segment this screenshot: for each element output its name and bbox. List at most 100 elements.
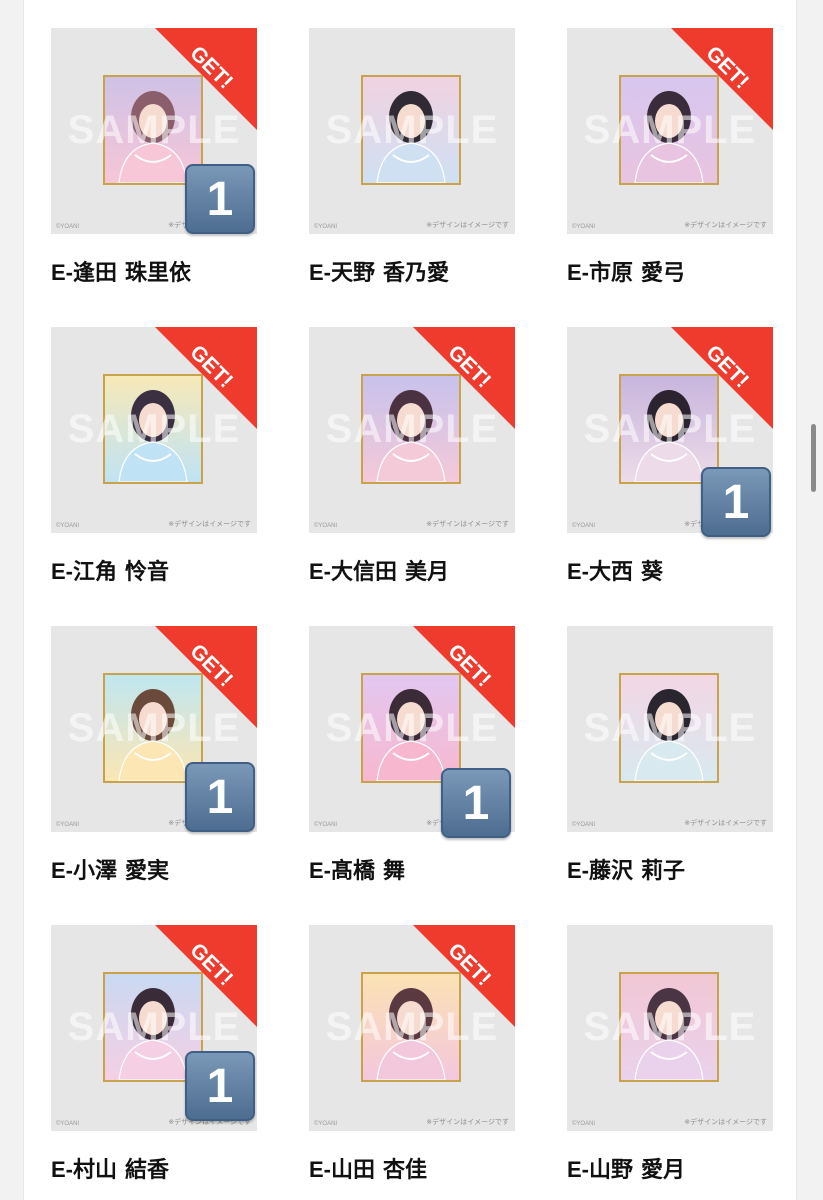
photo-card[interactable]: SAMPLE©YOANI※デザインはイメージですGET!1E-髙橋舞 bbox=[309, 626, 515, 883]
member-given-name: 愛実 bbox=[125, 858, 170, 883]
card-code: E- bbox=[309, 858, 331, 883]
copyright-text: ©YOANI bbox=[56, 822, 80, 828]
get-ribbon: GET! bbox=[671, 28, 773, 130]
get-ribbon: GET! bbox=[155, 28, 257, 130]
member-name: E-天野 香乃愛 bbox=[309, 255, 449, 287]
member-given-name: 杏佳 bbox=[383, 1157, 428, 1182]
card-code: E- bbox=[51, 858, 73, 883]
card-code: E- bbox=[567, 858, 589, 883]
design-note: ※デザインはイメージです bbox=[684, 222, 767, 229]
member-given-name: 珠里依 bbox=[125, 260, 192, 285]
card-code: E- bbox=[567, 559, 589, 584]
photo-card[interactable]: SAMPLE ©YOANI ※デザインはイメージです E-山野 愛月 bbox=[567, 925, 773, 1182]
member-name: E-小澤 愛実 bbox=[51, 853, 169, 885]
card-code: E- bbox=[567, 1157, 589, 1182]
copyright-text: ©YOANI bbox=[56, 523, 80, 529]
count-badge: 1 bbox=[441, 768, 511, 838]
member-name: E-大信田 美月 bbox=[309, 554, 449, 586]
copyright-text: ©YOANI bbox=[572, 523, 596, 529]
member-surname: 髙橋 bbox=[331, 858, 376, 883]
design-note: ※デザインはイメージです bbox=[426, 521, 509, 528]
member-given-name: 美月 bbox=[405, 559, 450, 584]
count-badge: 1 bbox=[185, 762, 255, 832]
card-thumbnail[interactable]: SAMPLE ©YOANI ※デザインはイメージです bbox=[567, 925, 773, 1131]
photo-card[interactable]: SAMPLE ©YOANI ※デザインはイメージです GET! E-山田 杏佳 bbox=[309, 925, 515, 1182]
member-surname: 天野 bbox=[331, 260, 376, 285]
card-thumbnail[interactable]: SAMPLE©YOANI※デザインはイメージですGET! bbox=[309, 925, 515, 1131]
design-note: ※デザインはイメージです bbox=[168, 521, 251, 528]
card-code: E- bbox=[51, 260, 73, 285]
copyright-text: ©YOANI bbox=[572, 1121, 596, 1127]
member-surname: 江角 bbox=[73, 559, 118, 584]
photo-card[interactable]: SAMPLE©YOANI※デザインはイメージですGET!1E-逢田珠里依 bbox=[51, 28, 257, 285]
member-surname: 逢田 bbox=[73, 260, 118, 285]
photo-card[interactable]: SAMPLE ©YOANI ※デザインはイメージです GET! E-市原 愛弓 bbox=[567, 28, 773, 285]
photo-card[interactable]: SAMPLE ©YOANI ※デザインはイメージです GET! E-大信田 美月 bbox=[309, 327, 515, 584]
member-surname: 大信田 bbox=[331, 559, 398, 584]
design-note: ※デザインはイメージです bbox=[684, 820, 767, 827]
member-name: E-逢田 珠里依 bbox=[51, 255, 191, 287]
member-surname: 村山 bbox=[73, 1157, 118, 1182]
sample-watermark: SAMPLE bbox=[583, 706, 757, 750]
card-thumbnail[interactable]: SAMPLE©YOANI※デザインはイメージですGET! bbox=[567, 28, 773, 234]
card-code: E- bbox=[309, 559, 331, 584]
get-ribbon: GET! bbox=[155, 327, 257, 429]
member-given-name: 莉子 bbox=[641, 858, 686, 883]
card-thumbnail[interactable]: SAMPLE©YOANI※デザインはイメージですGET! bbox=[309, 327, 515, 533]
get-ribbon: GET! bbox=[413, 327, 515, 429]
member-surname: 大西 bbox=[589, 559, 634, 584]
member-given-name: 葵 bbox=[641, 559, 664, 584]
get-ribbon: GET! bbox=[413, 925, 515, 1027]
design-note: ※デザインはイメージです bbox=[426, 222, 509, 229]
count-badge: 1 bbox=[185, 164, 255, 234]
count-badge: 1 bbox=[701, 467, 771, 537]
member-given-name: 愛弓 bbox=[641, 260, 686, 285]
member-name: E-村山 結香 bbox=[51, 1152, 169, 1184]
member-name: E-山野 愛月 bbox=[567, 1152, 685, 1184]
copyright-text: ©YOANI bbox=[314, 523, 338, 529]
card-code: E- bbox=[51, 1157, 73, 1182]
sample-watermark: SAMPLE bbox=[583, 1005, 757, 1049]
copyright-text: ©YOANI bbox=[314, 224, 338, 230]
photo-card[interactable]: SAMPLE ©YOANI ※デザインはイメージです GET! E-江角 怜音 bbox=[51, 327, 257, 584]
get-ribbon: GET! bbox=[155, 626, 257, 728]
design-note: ※デザインはイメージです bbox=[684, 1119, 767, 1126]
get-ribbon: GET! bbox=[413, 626, 515, 728]
member-name: E-山田 杏佳 bbox=[309, 1152, 427, 1184]
photo-card[interactable]: SAMPLE©YOANI※デザインはイメージですGET!1E-小澤愛実 bbox=[51, 626, 257, 883]
copyright-text: ©YOANI bbox=[56, 1121, 80, 1127]
design-note: ※デザインはイメージです bbox=[426, 1119, 509, 1126]
copyright-text: ©YOANI bbox=[314, 1121, 338, 1127]
member-given-name: 結香 bbox=[125, 1157, 170, 1182]
photo-card[interactable]: SAMPLE ©YOANI ※デザインはイメージです GET! 1 E-村山 結香 bbox=[51, 925, 257, 1182]
card-thumbnail[interactable]: SAMPLE©YOANI※デザインはイメージですGET! bbox=[51, 327, 257, 533]
member-name: E-藤沢 莉子 bbox=[567, 853, 685, 885]
member-given-name: 香乃愛 bbox=[383, 260, 450, 285]
get-ribbon: GET! bbox=[155, 925, 257, 1027]
card-code: E- bbox=[309, 260, 331, 285]
photo-card[interactable]: SAMPLE ©YOANI ※デザインはイメージです E-天野 香乃愛 bbox=[309, 28, 515, 285]
count-badge: 1 bbox=[185, 1051, 255, 1121]
member-surname: 市原 bbox=[589, 260, 634, 285]
card-thumbnail[interactable]: SAMPLE ©YOANI ※デザインはイメージです bbox=[309, 28, 515, 234]
get-ribbon: GET! bbox=[671, 327, 773, 429]
member-given-name: 舞 bbox=[383, 858, 406, 883]
member-surname: 小澤 bbox=[73, 858, 118, 883]
member-given-name: 怜音 bbox=[125, 559, 170, 584]
photo-card[interactable]: SAMPLE©YOANI※デザインはイメージですGET!1E-大西葵 bbox=[567, 327, 773, 584]
card-code: E- bbox=[567, 260, 589, 285]
card-code: E- bbox=[51, 559, 73, 584]
sample-watermark: SAMPLE bbox=[325, 108, 499, 152]
copyright-text: ©YOANI bbox=[572, 224, 596, 230]
member-surname: 山野 bbox=[589, 1157, 634, 1182]
photo-card[interactable]: SAMPLE ©YOANI ※デザインはイメージです E-藤沢 莉子 bbox=[567, 626, 773, 883]
member-name: E-髙橋舞 bbox=[309, 853, 405, 885]
copyright-text: ©YOANI bbox=[314, 822, 338, 828]
member-surname: 藤沢 bbox=[589, 858, 634, 883]
copyright-text: ©YOANI bbox=[572, 822, 596, 828]
member-name: E-大西葵 bbox=[567, 554, 663, 586]
scrollbar-thumb[interactable] bbox=[811, 424, 816, 492]
member-surname: 山田 bbox=[331, 1157, 376, 1182]
member-name: E-江角 怜音 bbox=[51, 554, 169, 586]
card-thumbnail[interactable]: SAMPLE ©YOANI ※デザインはイメージです bbox=[567, 626, 773, 832]
